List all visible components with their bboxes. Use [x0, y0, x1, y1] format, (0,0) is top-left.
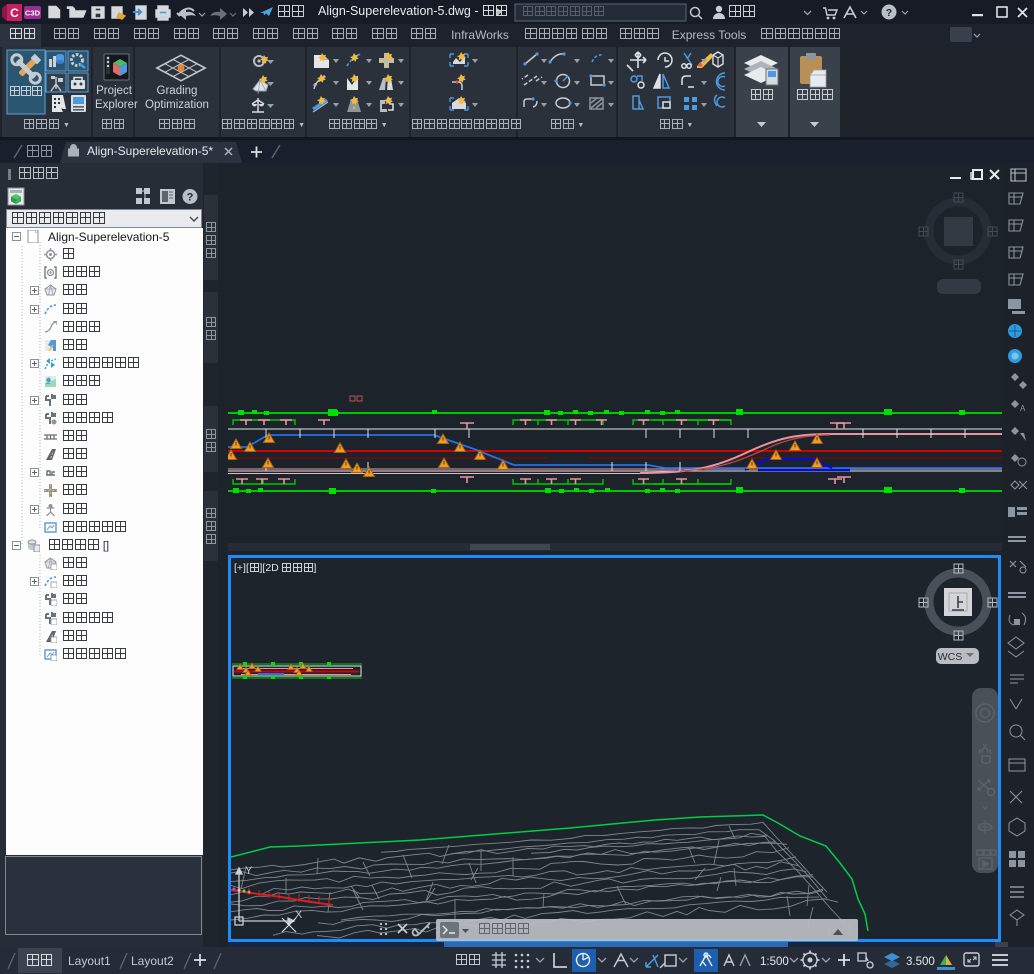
svg-text:Y: Y	[245, 865, 253, 877]
svg-text:A: A	[1020, 404, 1026, 413]
svg-text:C: C	[10, 6, 19, 20]
svg-text:X: X	[295, 909, 303, 921]
svg-text:3.500: 3.500	[906, 956, 935, 968]
svg-text:1:500: 1:500	[760, 956, 789, 968]
svg-text:?: ?	[886, 7, 892, 19]
svg-text:WCS: WCS	[938, 651, 963, 663]
svg-text:C3D: C3D	[25, 9, 41, 18]
svg-text:?: ?	[187, 192, 194, 204]
